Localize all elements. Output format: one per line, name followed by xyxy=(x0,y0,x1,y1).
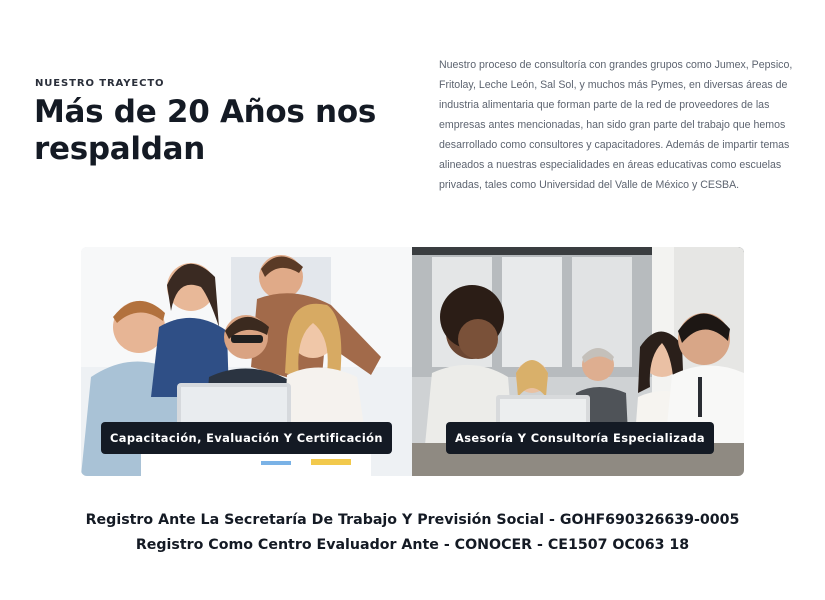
registro-conocer: Registro Como Centro Evaluador Ante - CO… xyxy=(135,537,690,553)
registro-stps: Registro Ante La Secretaría De Trabajo Y… xyxy=(85,512,740,528)
service-card-consulting[interactable]: Asesoría Y Consultoría Especializada xyxy=(412,247,744,476)
section-eyebrow: NUESTRO TRAYECTO xyxy=(35,78,165,89)
section-description: Nuestro proceso de consultoría con grand… xyxy=(439,59,793,191)
service-card-training[interactable]: Capacitación, Evaluación Y Certificación xyxy=(81,247,412,476)
service-label-training[interactable]: Capacitación, Evaluación Y Certificación xyxy=(101,422,392,454)
services-banner: Capacitación, Evaluación Y Certificación xyxy=(81,247,744,476)
service-label-consulting[interactable]: Asesoría Y Consultoría Especializada xyxy=(446,422,714,454)
section-headline: Más de 20 Años nos respaldan xyxy=(34,94,376,167)
